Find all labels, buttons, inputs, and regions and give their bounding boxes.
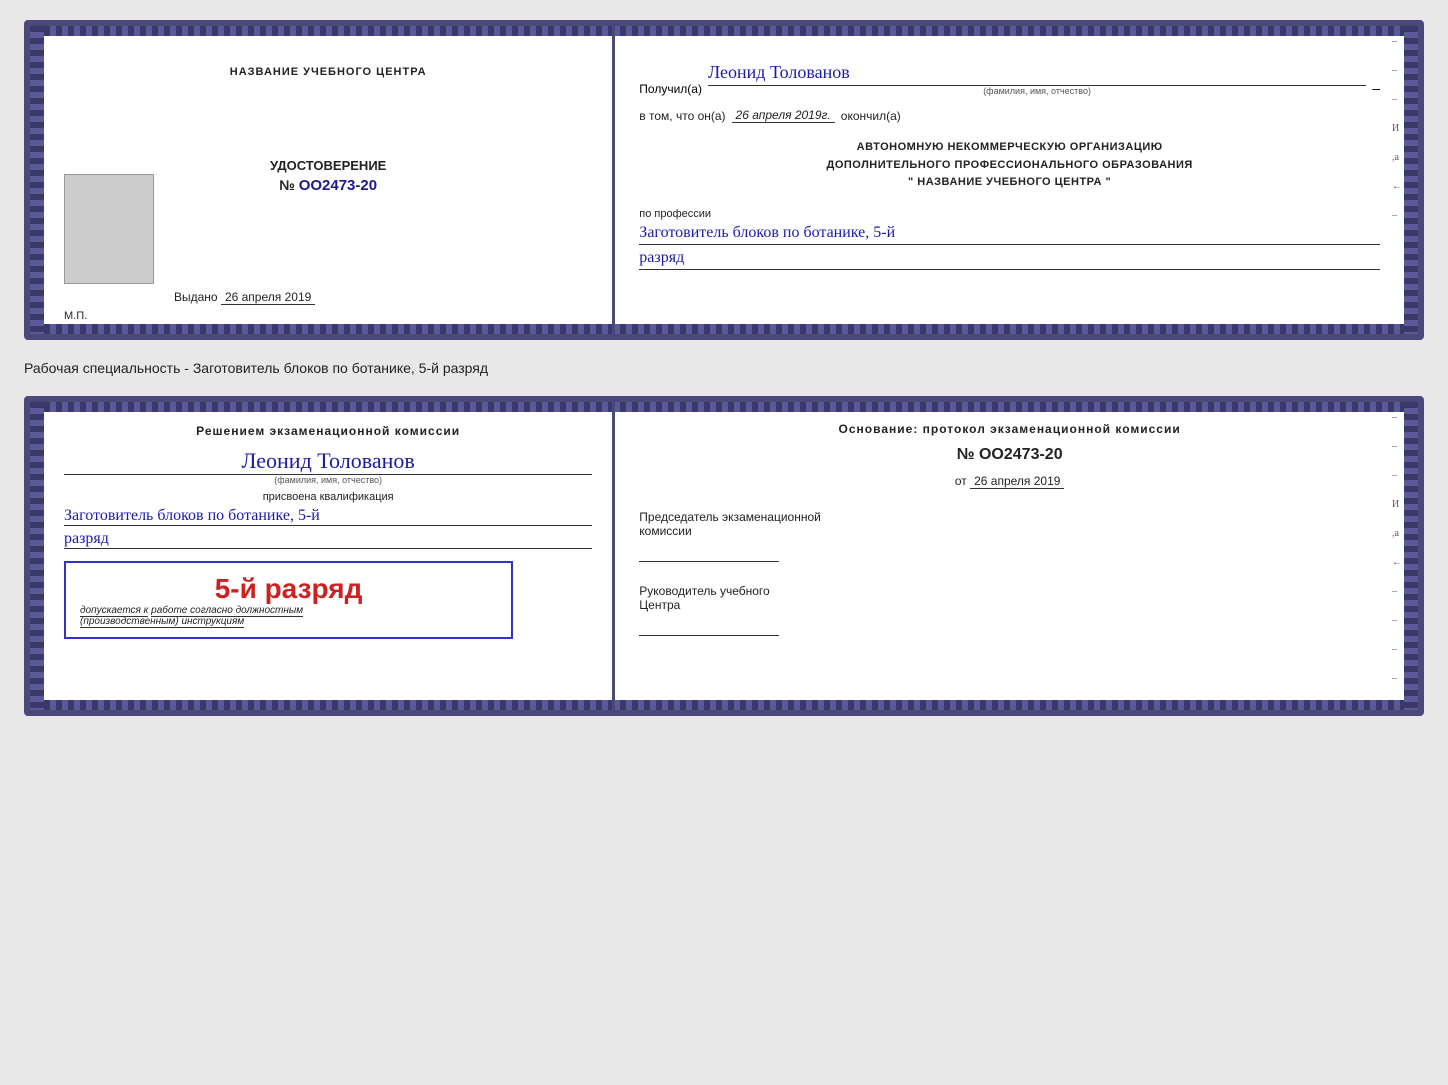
rukov-label: Руководитель учебного Центра: [639, 584, 1380, 636]
doc1-right: Получил(а) Леонид Толованов (фамилия, им…: [615, 26, 1404, 334]
document-card-1: НАЗВАНИЕ УЧЕБНОГО ЦЕНТРА УДОСТОВЕРЕНИЕ №…: [24, 20, 1424, 340]
vidano-row: Выдано 26 апреля 2019: [174, 290, 315, 304]
poluchil-row: Получил(а) Леонид Толованов (фамилия, им…: [639, 62, 1380, 96]
document-card-2: Решением экзаменационной комиссии Леонид…: [24, 396, 1424, 716]
doc2-number: OO2473-20: [979, 446, 1063, 463]
rukov-signature: [639, 616, 779, 636]
vtom-date: 26 апреля 2019г.: [732, 108, 835, 123]
stamp-box: 5-й разряд допускается к работе согласно…: [64, 561, 513, 639]
auto-line1: АВТОНОМНУЮ НЕКОММЕРЧЕСКУЮ ОРГАНИЗАЦИЮ: [639, 139, 1380, 157]
doc2-number-prefix: №: [957, 446, 975, 463]
dash-1: –: [1372, 80, 1380, 96]
vtom-text: в том, что он(а): [639, 109, 725, 123]
rukov-line1: Руководитель учебного: [639, 584, 1380, 598]
chairman-line2: комиссии: [639, 524, 1380, 538]
doc1-number: OO2473-20: [299, 177, 377, 194]
chairman-signature: [639, 542, 779, 562]
stamp-number: 5-й разряд: [80, 573, 497, 605]
protocol-num: № OO2473-20: [639, 446, 1380, 464]
specialist-label: Рабочая специальность - Заготовитель бло…: [24, 356, 1424, 380]
po-professii-label: по профессии: [639, 208, 1380, 220]
qualif-text: Заготовитель блоков по ботанике, 5-й: [64, 507, 592, 526]
person-name-2: Леонид Толованов: [64, 448, 592, 475]
ot-date-row: от 26 апреля 2019: [639, 474, 1380, 488]
ot-date: 26 апреля 2019: [970, 474, 1064, 489]
vidano-label: Выдано: [174, 290, 218, 304]
razryad-text-1: разряд: [639, 249, 1380, 270]
udostoverenie-number: № OO2473-20: [270, 177, 386, 194]
poluchil-prefix: Получил(а): [639, 82, 702, 96]
fio-caption-1: (фамилия, имя, отчество): [708, 86, 1366, 96]
page-container: НАЗВАНИЕ УЧЕБНОГО ЦЕНТРА УДОСТОВЕРЕНИЕ №…: [24, 20, 1424, 716]
prisvoena-text: присвоена квалификация: [64, 491, 592, 503]
okonchil: окончил(а): [841, 109, 901, 123]
udostoverenie-title: УДОСТОВЕРЕНИЕ: [270, 158, 386, 173]
dopusk-text2: (производственным) инструкциям: [80, 616, 244, 628]
doc1-left: НАЗВАНИЕ УЧЕБНОГО ЦЕНТРА УДОСТОВЕРЕНИЕ №…: [44, 26, 615, 334]
rukov-line2: Центра: [639, 598, 1380, 612]
vidano-date: 26 апреля 2019: [221, 290, 315, 305]
person-name-1: Леонид Толованов: [708, 62, 1366, 86]
osnovanie-title: Основание: протокол экзаменационной коми…: [639, 422, 1380, 436]
mp-label: М.П.: [64, 310, 87, 322]
stamp-dopusk: допускается к работе согласно должностны…: [80, 605, 497, 627]
auto-line2: ДОПОЛНИТЕЛЬНОГО ПРОФЕССИОНАЛЬНОГО ОБРАЗО…: [639, 157, 1380, 175]
number-prefix-1: №: [279, 177, 295, 193]
doc2-right: Основание: протокол экзаменационной коми…: [615, 402, 1404, 710]
chairman-line1: Председатель экзаменационной: [639, 510, 1380, 524]
vtom-row: в том, что он(а) 26 апреля 2019г. окончи…: [639, 108, 1380, 123]
margin-marks-1: – – – И ,а ← –: [1392, 36, 1402, 221]
doc2-left: Решением экзаменационной комиссии Леонид…: [44, 402, 615, 710]
fio-caption-2: (фамилия, имя, отчество): [64, 475, 592, 485]
razryad-text2: разряд: [64, 530, 592, 549]
margin-marks-2: – – – И ,а ← – – – –: [1392, 412, 1402, 684]
photo-placeholder: [64, 174, 154, 284]
po-professii-wrapper: по профессии Заготовитель блоков по бота…: [639, 204, 1380, 270]
center-name-1: НАЗВАНИЕ УЧЕБНОГО ЦЕНТРА: [230, 66, 427, 78]
ot-prefix: от: [955, 474, 967, 488]
resheniem-text: Решением экзаменационной комиссии: [64, 422, 592, 440]
auto-block: АВТОНОМНУЮ НЕКОММЕРЧЕСКУЮ ОРГАНИЗАЦИЮ ДО…: [639, 139, 1380, 192]
professiya-text: Заготовитель блоков по ботанике, 5-й: [639, 224, 1380, 245]
chairman-label: Председатель экзаменационной комиссии: [639, 510, 1380, 562]
auto-line3: " НАЗВАНИЕ УЧЕБНОГО ЦЕНТРА ": [639, 174, 1380, 192]
